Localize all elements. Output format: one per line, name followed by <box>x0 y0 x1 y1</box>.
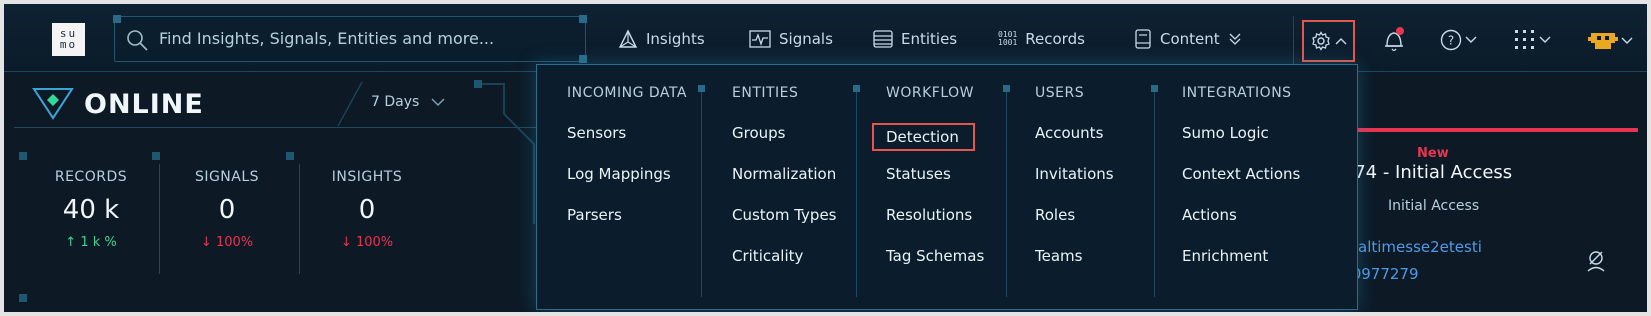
menu-column-heading: INTEGRATIONS <box>1182 85 1292 101</box>
nav-content-label: Content <box>1160 30 1220 48</box>
arrow-down-icon: ↓ <box>340 235 352 250</box>
menu-item-enrichment[interactable]: Enrichment <box>1182 228 1300 269</box>
search-icon <box>127 30 148 51</box>
stat-label: RECORDS <box>54 169 128 185</box>
stat-signals[interactable]: SIGNALS 0 ↓ 100% <box>162 169 292 250</box>
menu-item-teams[interactable]: Teams <box>1035 228 1114 269</box>
menu-item-statuses[interactable]: Statuses <box>886 146 984 187</box>
status-header: ONLINE 7 Days <box>14 80 544 128</box>
insight-subtitle: Initial Access <box>1388 198 1480 214</box>
app-window: su mo Find Insights, Signals, Entities an… <box>0 0 1651 316</box>
records-icon: 0101 1001 <box>998 30 1018 47</box>
menu-column-incoming-data: INCOMING DATA Sensors Log Mappings Parse… <box>567 85 687 228</box>
menu-item-sumo-logic[interactable]: Sumo Logic <box>1182 105 1300 146</box>
content-icon <box>1135 29 1151 49</box>
decorative-circuit <box>474 80 535 224</box>
stat-insights[interactable]: INSIGHTS 0 ↓ 100% <box>302 169 432 250</box>
menu-item-resolutions[interactable]: Resolutions <box>886 187 984 228</box>
arrow-up-icon: ↑ <box>65 235 77 250</box>
menu-item-sensors[interactable]: Sensors <box>567 105 687 146</box>
nav-entities[interactable]: Entities <box>873 28 957 50</box>
bell-icon <box>1385 27 1404 52</box>
menu-item-invitations[interactable]: Invitations <box>1035 146 1114 187</box>
search-placeholder: Find Insights, Signals, Entities and mor… <box>159 29 495 48</box>
nav-records-label: Records <box>1025 30 1085 48</box>
stat-delta: ↑ 1 k % <box>65 235 117 250</box>
stat-label: INSIGHTS <box>331 169 403 185</box>
settings-button[interactable] <box>1302 20 1355 62</box>
menu-item-groups[interactable]: Groups <box>732 105 837 146</box>
grid-icon <box>1515 30 1534 49</box>
nav-records[interactable]: 0101 1001 Records <box>998 28 1085 50</box>
stat-delta: ↓ 100% <box>340 235 394 250</box>
time-range-value: 7 Days <box>371 94 420 110</box>
nav-signals-label: Signals <box>779 30 833 48</box>
nav-insights-label: Insights <box>646 30 705 48</box>
chevron-down-icon <box>431 98 445 106</box>
menu-item-log-mappings[interactable]: Log Mappings <box>567 146 687 187</box>
range-divider <box>337 81 363 127</box>
online-status-icon <box>32 88 74 120</box>
menu-item-normalization[interactable]: Normalization <box>732 146 837 187</box>
menu-item-criticality[interactable]: Criticality <box>732 228 837 269</box>
top-nav-bar: su mo Find Insights, Signals, Entities an… <box>4 4 1647 72</box>
stat-value: 0 <box>218 195 236 225</box>
menu-column-workflow: WORKFLOW Detection Statuses Resolutions … <box>872 85 984 269</box>
double-chevron-down-icon <box>1229 33 1241 45</box>
chevron-down-icon <box>1465 36 1477 43</box>
insights-icon <box>618 29 638 48</box>
menu-item-parsers[interactable]: Parsers <box>567 187 687 228</box>
menu-column-heading: USERS <box>1035 85 1085 101</box>
nav-signals[interactable]: Signals <box>749 28 833 50</box>
time-range-select[interactable]: 7 Days <box>371 94 445 110</box>
stat-records[interactable]: RECORDS 40 k ↑ 1 k % <box>26 169 156 250</box>
menu-item-actions[interactable]: Actions <box>1182 187 1300 228</box>
menu-item-tag-schemas[interactable]: Tag Schemas <box>886 228 984 269</box>
arrow-down-icon: ↓ <box>200 235 212 250</box>
entities-icon <box>873 30 893 48</box>
svg-text:?: ? <box>1448 34 1454 48</box>
menu-column-heading: WORKFLOW <box>886 85 974 101</box>
search-input[interactable]: Find Insights, Signals, Entities and mor… <box>113 15 587 63</box>
stat-delta: ↓ 100% <box>200 235 254 250</box>
menu-item-detection-row: Detection <box>872 105 984 151</box>
nav-insights[interactable]: Insights <box>618 28 705 50</box>
menu-item-custom-types[interactable]: Custom Types <box>732 187 837 228</box>
status-badge: New <box>1417 146 1449 161</box>
menu-column-entities: ENTITIES Groups Normalization Custom Typ… <box>732 85 837 269</box>
chevron-up-icon <box>1335 38 1346 45</box>
menu-item-detection[interactable]: Detection <box>872 123 975 151</box>
help-button[interactable]: ? <box>1440 29 1477 51</box>
settings-menu: INCOMING DATA Sensors Log Mappings Parse… <box>536 64 1358 310</box>
menu-column-users: USERS Accounts Invitations Roles Teams <box>1035 85 1114 269</box>
menu-column-integrations: INTEGRATIONS Sumo Logic Context Actions … <box>1182 85 1300 269</box>
menu-column-heading: INCOMING DATA <box>567 85 687 101</box>
stat-value: 40 k <box>62 195 120 225</box>
apps-button[interactable] <box>1514 29 1551 51</box>
help-icon: ? <box>1440 29 1462 51</box>
stat-value: 0 <box>358 195 376 225</box>
chevron-down-icon <box>1621 37 1633 44</box>
avatar-icon <box>1588 33 1618 49</box>
menu-item-accounts[interactable]: Accounts <box>1035 105 1114 146</box>
user-menu-button[interactable] <box>1588 31 1633 51</box>
menu-item-roles[interactable]: Roles <box>1035 187 1114 228</box>
menu-item-context-actions[interactable]: Context Actions <box>1182 146 1300 187</box>
stat-label: SIGNALS <box>194 169 260 185</box>
nav-content[interactable]: Content <box>1134 28 1242 50</box>
status-title: ONLINE <box>84 89 204 120</box>
signals-icon <box>749 30 771 48</box>
menu-column-heading: ENTITIES <box>732 85 799 101</box>
gear-icon <box>1311 31 1330 51</box>
chevron-down-icon <box>1539 36 1551 43</box>
nav-entities-label: Entities <box>901 30 958 48</box>
sumo-logo[interactable]: su mo <box>52 23 85 56</box>
notifications-button[interactable] <box>1382 26 1406 54</box>
unassigned-user-icon[interactable] <box>1586 250 1606 272</box>
